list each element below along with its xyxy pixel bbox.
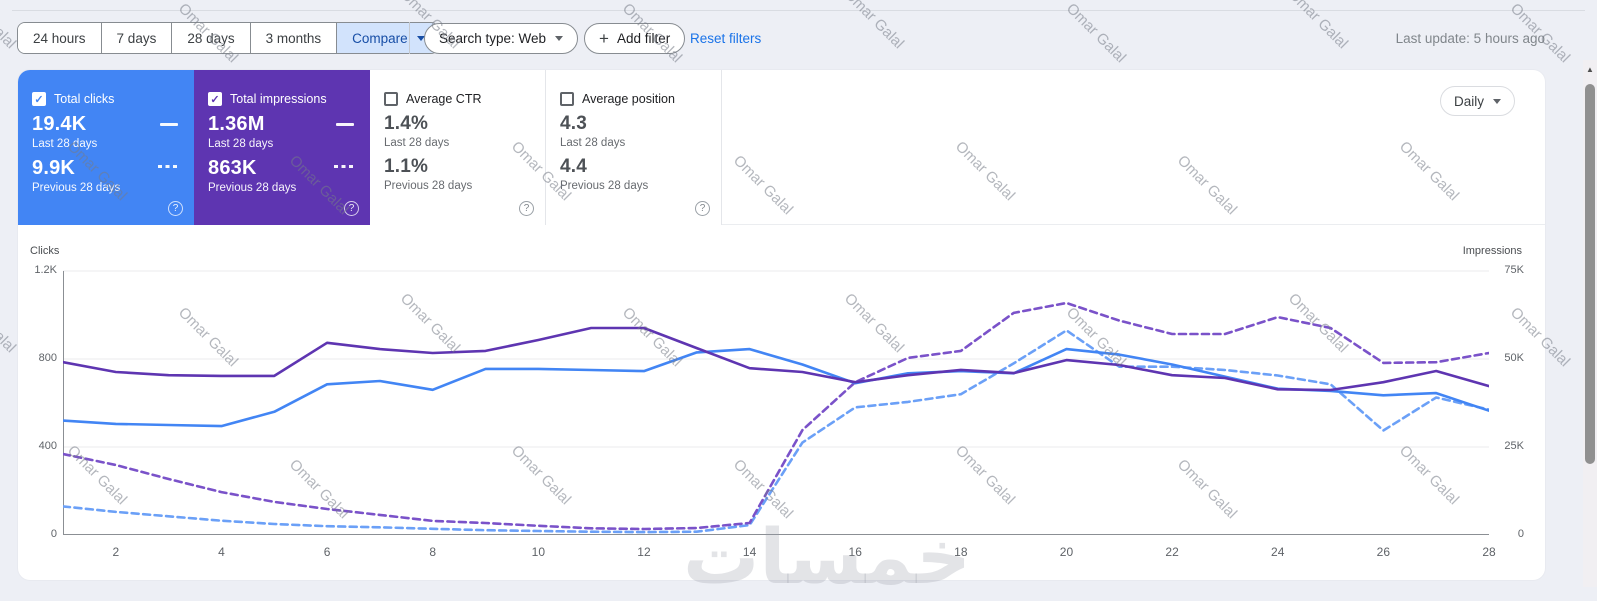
metric-card-average-position[interactable]: Average position 4.3 Last 28 days 4.4 Pr… [546, 70, 722, 225]
total-clicks-checkbox[interactable]: ✓ [32, 92, 46, 106]
x-axis-tick-label: 10 [531, 545, 545, 559]
left-axis-tick-label: 400 [38, 440, 57, 452]
x-axis-tick-label: 28 [1482, 545, 1496, 559]
metric-card-title: Average CTR [406, 92, 482, 106]
right-axis-title: Impressions [1462, 245, 1522, 257]
add-filter-label: Add filter [616, 31, 671, 46]
solid-line-legend-icon [160, 123, 178, 126]
total-impressions-checkbox[interactable]: ✓ [208, 92, 222, 106]
metric-cards-row: ✓ Total clicks 19.4K Last 28 days 9.9K P… [18, 70, 1545, 225]
chart-line-impressions-previous-28-days- [63, 301, 1489, 531]
metric-card-total-impressions[interactable]: ✓ Total impressions 1.36M Last 28 days 8… [194, 70, 370, 225]
average-position-checkbox[interactable] [560, 92, 574, 106]
x-axis-tick-label: 26 [1376, 545, 1391, 559]
time-filter-24-hours[interactable]: 24 hours [18, 23, 101, 53]
right-axis-tick-label: 0 [1517, 528, 1524, 540]
metric-value-previous: 863K [208, 157, 257, 179]
compare-button[interactable]: Compare [336, 23, 438, 53]
reset-filters-link[interactable]: Reset filters [690, 31, 761, 46]
x-axis-tick-label: 14 [742, 545, 757, 559]
search-type-filter-button[interactable]: Search type: Web [424, 23, 579, 54]
metric-card-title: Average position [582, 92, 675, 106]
help-icon[interactable]: ? [695, 201, 710, 216]
right-axis-tick-label: 25K [1504, 440, 1524, 452]
plus-icon: + [599, 29, 609, 48]
metric-period-previous: Previous 28 days [32, 182, 121, 194]
scrollbar-thumb[interactable] [1585, 84, 1595, 464]
x-axis-tick-label: 2 [112, 545, 120, 559]
x-axis-tick-label: 22 [1165, 545, 1179, 559]
date-range-segmented-control: 24 hours 7 days 28 days 3 months Compare [17, 22, 439, 54]
x-axis-tick-label: 24 [1271, 545, 1285, 559]
chevron-down-icon [1493, 98, 1502, 104]
x-axis-tick-label: 8 [429, 545, 437, 559]
metric-value-previous: 4.4 [560, 156, 588, 177]
metric-period-current: Last 28 days [32, 138, 98, 150]
x-axis-tick-label: 12 [637, 545, 651, 559]
vertical-scrollbar[interactable]: ▲ [1583, 60, 1597, 587]
metric-period-current: Last 28 days [384, 137, 450, 149]
metric-card-total-clicks[interactable]: ✓ Total clicks 19.4K Last 28 days 9.9K P… [18, 70, 194, 225]
metric-value-current: 19.4K [32, 113, 87, 135]
metric-value-previous: 1.1% [384, 156, 429, 177]
metric-period-previous: Previous 28 days [208, 182, 297, 194]
help-icon[interactable]: ? [168, 201, 183, 216]
x-axis-tick-label: 16 [848, 545, 862, 559]
x-axis-tick-label: 20 [1059, 545, 1074, 559]
x-axis-tick-label: 4 [218, 545, 225, 559]
metric-value-previous: 9.9K [32, 157, 76, 179]
x-axis-tick-label: 6 [323, 545, 331, 559]
time-filter-7-days[interactable]: 7 days [100, 23, 172, 53]
search-console-performance-page: 24 hours 7 days 28 days 3 months Compare Se… [0, 0, 1597, 601]
granularity-dropdown[interactable]: Daily [1440, 86, 1516, 116]
right-axis-tick-label: 50K [1504, 352, 1524, 364]
left-axis-tick-label: 800 [38, 352, 57, 364]
chevron-down-icon [555, 36, 564, 41]
metric-value-current: 1.4% [384, 113, 429, 134]
time-filter-28-days[interactable]: 28 days [171, 23, 250, 53]
dashed-line-legend-icon [158, 165, 178, 168]
time-filter-3-months[interactable]: 3 months [249, 23, 337, 53]
metric-card-title: Total impressions [230, 92, 327, 106]
right-axis-tick-label: 75K [1504, 264, 1524, 276]
diagonal-watermark: Omar Galal [0, 290, 20, 357]
metric-period-previous: Previous 28 days [560, 180, 649, 192]
left-axis-tick-label: 0 [50, 528, 57, 540]
compare-label: Compare [352, 30, 408, 46]
add-filter-button[interactable]: + Add filter [584, 23, 686, 54]
metric-period-previous: Previous 28 days [384, 180, 473, 192]
left-axis-title: Clicks [30, 245, 60, 257]
metric-value-current: 4.3 [560, 113, 588, 134]
metric-value-current: 1.36M [208, 113, 265, 135]
metric-card-title: Total clicks [54, 92, 115, 106]
filter-toolbar: 24 hours 7 days 28 days 3 months Compare Se… [0, 0, 1597, 64]
toolbar-divider [409, 22, 410, 54]
scrollbar-up-arrow-icon[interactable]: ▲ [1583, 65, 1597, 74]
granularity-label: Daily [1454, 93, 1485, 109]
solid-line-legend-icon [336, 123, 354, 126]
last-update-text: Last update: 5 hours ago [1395, 31, 1545, 46]
help-icon[interactable]: ? [344, 201, 359, 216]
help-icon[interactable]: ? [519, 201, 534, 216]
left-axis-tick-label: 1.2K [34, 264, 57, 276]
x-axis-tick-label: 18 [954, 545, 968, 559]
metric-period-current: Last 28 days [208, 138, 274, 150]
average-ctr-checkbox[interactable] [384, 92, 398, 106]
metric-card-average-ctr[interactable]: Average CTR 1.4% Last 28 days 1.1% Previ… [370, 70, 546, 225]
dashed-line-legend-icon [334, 165, 354, 168]
performance-line-chart[interactable] [63, 266, 1489, 536]
metric-period-current: Last 28 days [560, 137, 626, 149]
search-type-label: Search type: Web [439, 31, 547, 46]
